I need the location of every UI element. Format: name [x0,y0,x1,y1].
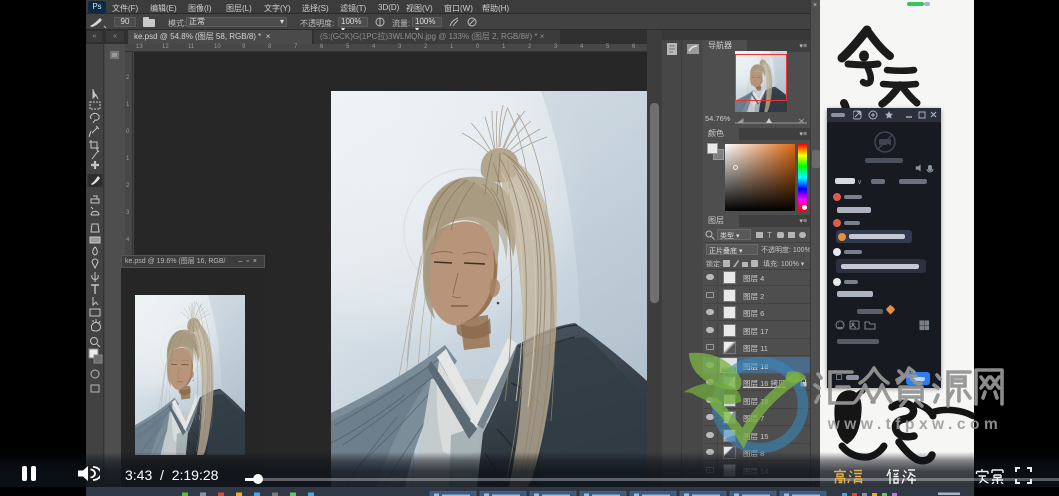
svg-text:T: T [767,231,772,240]
